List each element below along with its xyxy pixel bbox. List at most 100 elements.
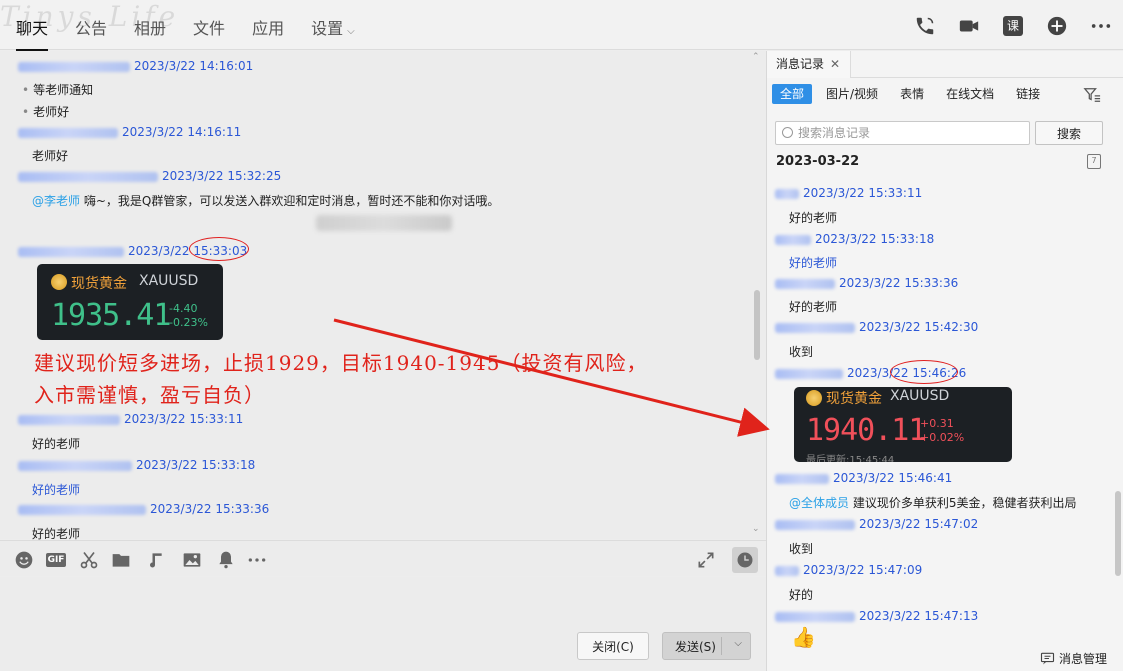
record-time: 2023/3/22 15:33:18	[815, 232, 935, 246]
sender-name-blurred[interactable]	[18, 414, 120, 425]
quote-change: -4.40	[169, 302, 198, 315]
quote-name: 现货黄金	[71, 276, 127, 292]
filter-links[interactable]: 链接	[1008, 84, 1048, 104]
chat-scrollbar[interactable]: ⌃ ⌄	[752, 52, 762, 534]
record-filters: 全部 图片/视频 表情 在线文档 链接	[772, 84, 1054, 104]
video-call-icon[interactable]	[957, 14, 981, 38]
divider	[721, 637, 722, 655]
annotation-text-line1: 建议现价短多进场，止损1929，目标1940-1945（投资有风险，	[34, 351, 648, 375]
sender-name-blurred[interactable]	[775, 611, 855, 622]
message-input[interactable]: 关闭(C) 发送(S) ⌵	[0, 577, 766, 671]
sender-name-blurred[interactable]	[775, 322, 855, 333]
record-header: 2023/3/22 15:33:36	[775, 276, 958, 290]
sender-name-blurred[interactable]	[18, 504, 146, 515]
message-time: 2023/3/22 14:16:11	[122, 125, 242, 139]
add-icon[interactable]	[1045, 14, 1069, 38]
history-clock-icon[interactable]	[732, 547, 758, 573]
record-time: 2023/3/22 15:46:41	[833, 471, 953, 485]
record-header: 2023/3/22 15:46:41	[775, 471, 952, 485]
chevron-down-icon[interactable]: ⌵	[734, 638, 742, 649]
close-icon[interactable]: ✕	[830, 57, 840, 71]
folder-icon[interactable]	[111, 550, 131, 570]
record-time: 2023/3/22 15:33:36	[839, 276, 959, 290]
message-time: 2023/3/22 15:33:36	[150, 502, 270, 516]
filter-stickers[interactable]: 表情	[892, 84, 932, 104]
music-icon[interactable]	[145, 550, 165, 570]
chat-history[interactable]: 2023/3/22 14:16:01 • 等老师通知 • 老师好 2023/3/22…	[0, 51, 766, 541]
filter-icon[interactable]	[1083, 86, 1101, 107]
message-time-date: 2023/3/22	[128, 244, 194, 258]
filter-all[interactable]: 全部	[772, 84, 813, 104]
image-icon[interactable]	[182, 550, 202, 570]
mention-link[interactable]: @李老师	[32, 194, 80, 208]
record-text: 收到	[789, 542, 814, 556]
tab-settings[interactable]: 设置 ⌵	[311, 18, 355, 44]
filter-media[interactable]: 图片/视频	[818, 84, 886, 104]
record-time: 2023/3/22 15:47:09	[803, 563, 923, 577]
more-icon[interactable]	[247, 550, 267, 570]
tab-settings-label: 设置	[311, 19, 344, 38]
search-placeholder: 搜索消息记录	[798, 126, 871, 140]
quote-price: 1935.41	[51, 298, 171, 333]
message-header: 2023/3/22 14:16:01	[18, 59, 253, 73]
course-icon[interactable]: 课	[1001, 14, 1025, 38]
sender-name-blurred[interactable]	[18, 171, 158, 182]
record-time: 2023/3/22 15:47:02	[859, 517, 979, 531]
search-button[interactable]: 搜索	[1035, 121, 1103, 145]
top-toolbar: 课	[913, 14, 1113, 38]
panel-scrollbar-thumb[interactable]	[1115, 491, 1121, 576]
sender-name-blurred[interactable]	[775, 188, 799, 199]
message-header: 2023/3/22 15:33:36	[18, 502, 269, 516]
message-line: 老师好	[33, 105, 70, 119]
sender-name-blurred[interactable]	[18, 127, 118, 138]
close-button[interactable]: 关闭(C)	[577, 632, 649, 660]
record-text: 好的老师	[789, 211, 838, 225]
bullet-icon: •	[22, 105, 30, 119]
quote-price: 1940.11	[806, 413, 926, 448]
bell-icon[interactable]	[216, 550, 236, 570]
sender-name-blurred[interactable]	[775, 565, 799, 576]
gif-icon[interactable]: GIF	[45, 550, 67, 570]
gold-quote-card[interactable]: 现货黄金 XAUUSD 1940.11 +0.31 +0.02% 最后更新:15…	[794, 387, 1012, 462]
scrollbar-thumb[interactable]	[754, 290, 760, 360]
calendar-icon[interactable]: 7	[1087, 154, 1101, 169]
record-text: 收到	[789, 345, 814, 359]
mention-link[interactable]: @全体成员	[789, 496, 849, 510]
sender-name-blurred[interactable]	[775, 473, 829, 484]
main-tabs: 聊天 公告 相册 文件 应用 设置 ⌵	[16, 18, 382, 51]
send-button-label: 发送(S)	[675, 639, 716, 654]
more-icon[interactable]	[1089, 14, 1113, 38]
tab-files[interactable]: 文件	[193, 18, 225, 44]
scissors-icon[interactable]	[79, 550, 99, 570]
sender-name-blurred[interactable]	[18, 61, 130, 72]
sender-name-blurred[interactable]	[775, 234, 811, 245]
send-button[interactable]: 发送(S) ⌵	[662, 632, 751, 660]
gif-icon-label: GIF	[45, 553, 67, 567]
sender-name-blurred[interactable]	[775, 519, 855, 530]
record-text: 好的	[789, 588, 814, 602]
sender-name-blurred[interactable]	[18, 246, 124, 257]
emoji-icon[interactable]	[14, 550, 34, 570]
sender-name-blurred[interactable]	[18, 460, 132, 471]
expand-icon[interactable]	[696, 550, 716, 570]
phone-call-icon[interactable]	[913, 14, 937, 38]
scroll-up-icon[interactable]: ⌃	[752, 52, 760, 62]
record-search-input[interactable]: 搜索消息记录	[775, 121, 1030, 145]
input-toolbar: GIF	[0, 540, 766, 576]
tab-album[interactable]: 相册	[134, 18, 166, 44]
tab-chat[interactable]: 聊天	[16, 18, 49, 51]
message-text: • 老师好	[22, 103, 69, 120]
message-header: 2023/3/22 14:16:11	[18, 125, 241, 139]
message-manage-link[interactable]: 消息管理	[1040, 650, 1107, 667]
sender-name-blurred[interactable]	[775, 368, 843, 379]
highlight-circle	[890, 360, 958, 384]
tab-apps[interactable]: 应用	[252, 18, 284, 44]
thumbs-up-icon[interactable]: 👍	[791, 625, 816, 649]
tab-message-record[interactable]: 消息记录 ✕	[767, 51, 851, 78]
scroll-down-icon[interactable]: ⌄	[752, 524, 760, 534]
filter-docs[interactable]: 在线文档	[938, 84, 1002, 104]
sender-name-blurred[interactable]	[775, 278, 835, 289]
tab-announcement[interactable]: 公告	[75, 18, 107, 44]
quote-change-pct: -0.23%	[169, 316, 208, 329]
gold-quote-card[interactable]: 现货黄金 XAUUSD 1935.41 -4.40 -0.23%	[37, 264, 223, 340]
